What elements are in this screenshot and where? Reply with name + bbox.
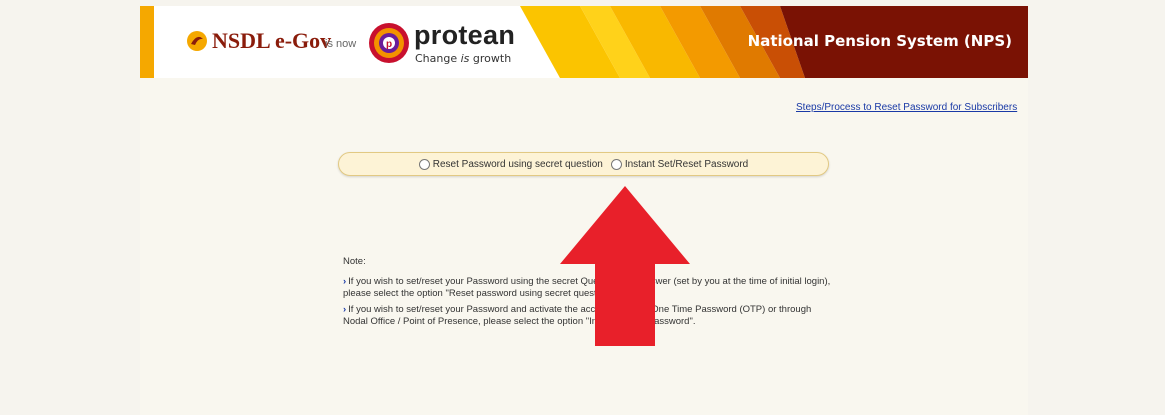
option-secret-question[interactable]: Reset Password using secret question [418, 158, 603, 170]
red-arrow-icon [560, 186, 690, 346]
bullet-icon: › [343, 276, 347, 287]
reset-options-box: Reset Password using secret question Ins… [338, 152, 829, 176]
instant-reset-radio[interactable] [610, 158, 622, 170]
bullet-icon: › [343, 304, 347, 315]
option-instant-reset[interactable]: Instant Set/Reset Password [610, 158, 749, 170]
secret-question-radio[interactable] [418, 158, 430, 170]
header-banner: NSDL e-Gov is now p protean Change is gr… [140, 6, 1028, 78]
steps-process-link[interactable]: Steps/Process to Reset Password for Subs… [796, 102, 1017, 113]
system-title: National Pension System (NPS) [747, 32, 1012, 50]
secret-question-label: Reset Password using secret question [432, 158, 603, 170]
instant-reset-label: Instant Set/Reset Password [624, 158, 749, 170]
